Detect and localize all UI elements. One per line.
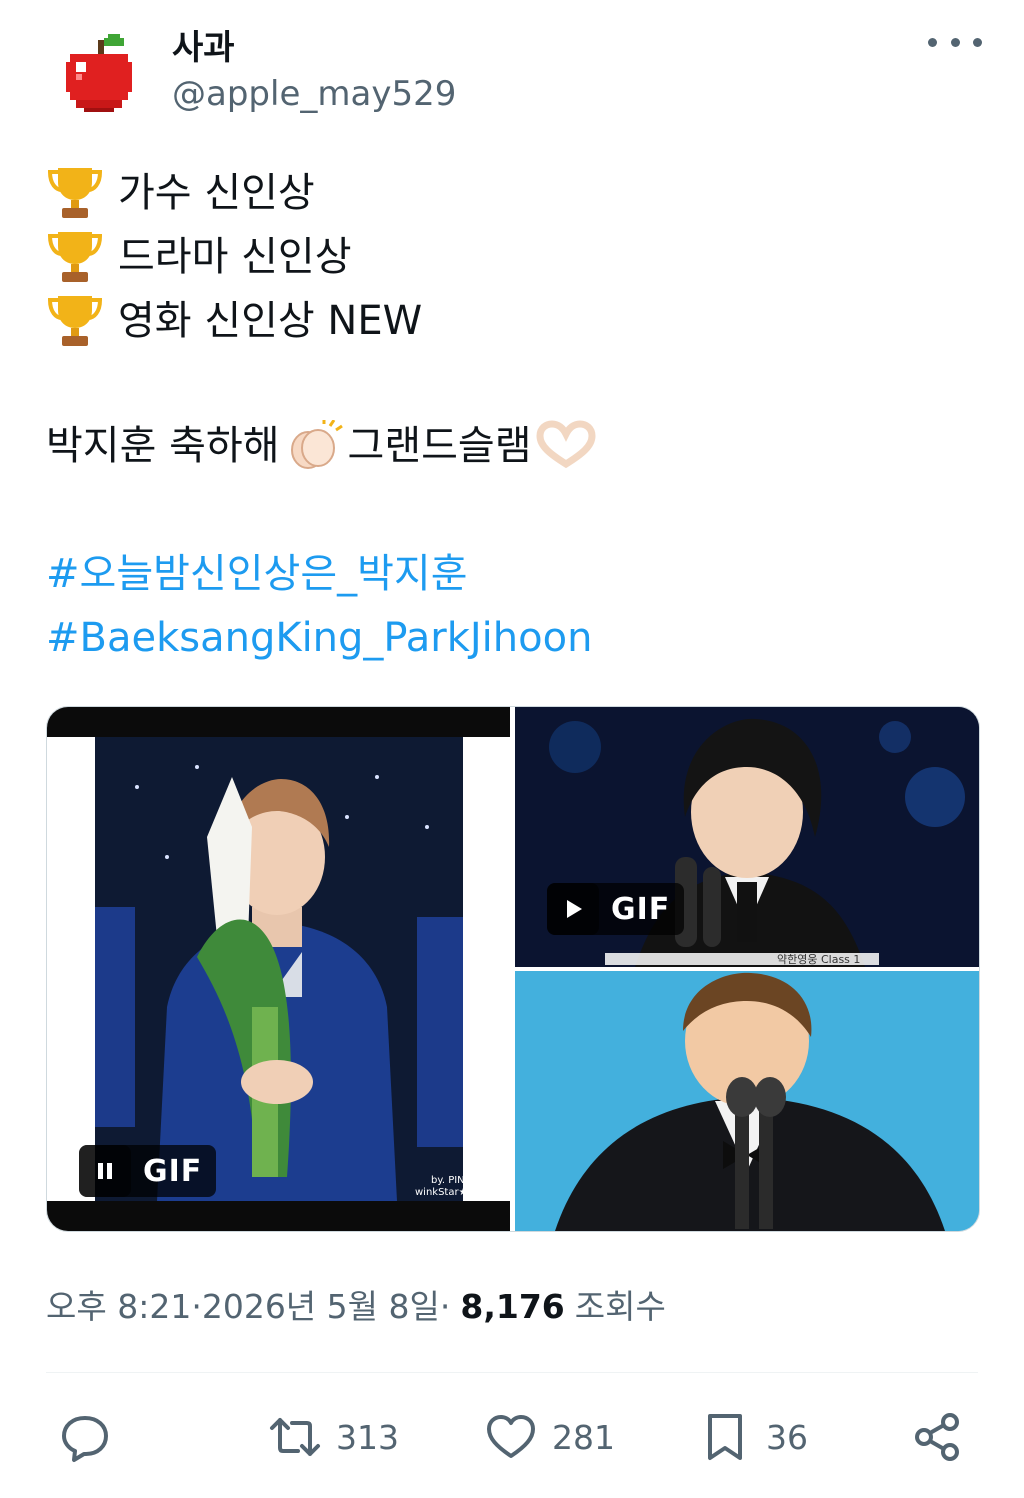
gif-badge: GIF <box>611 891 671 927</box>
gif-control[interactable]: GIF <box>547 883 685 935</box>
views-count[interactable]: 8,176 <box>460 1287 564 1326</box>
clapping-hands-icon <box>290 420 343 469</box>
meta-separator: · <box>439 1287 451 1326</box>
caption-text: 약한영웅 Class 1 <box>777 952 860 966</box>
watermark-text: winkStar★ <box>415 1187 468 1198</box>
award-line: 가수 신인상 <box>46 164 315 222</box>
heart-hands-icon <box>536 420 596 469</box>
pause-icon[interactable] <box>79 1145 131 1197</box>
congrats-text: 박지훈 축하해 <box>46 423 280 469</box>
tweet-metadata: 오후 8:21 · 2026년 5월 8일 · 8,176 조회수 <box>46 1280 666 1328</box>
trophy-icon <box>47 168 103 218</box>
media-gif-top-right[interactable]: 약한영웅 Class 1 GIF <box>515 707 979 967</box>
reply-icon <box>62 1416 108 1462</box>
congrats-line: 박지훈 축하해 그랜드슬램 <box>46 420 600 472</box>
gif-badge: GIF <box>143 1153 203 1189</box>
divider <box>46 1372 978 1373</box>
heart-icon <box>487 1415 535 1458</box>
hashtag-link[interactable]: #오늘밤신인상은_박지훈 <box>46 548 468 600</box>
tweet-time[interactable]: 오후 8:21 <box>46 1280 191 1328</box>
like-button[interactable]: 281 <box>484 1405 615 1469</box>
retweet-count: 313 <box>336 1417 399 1457</box>
bookmark-button[interactable]: 36 <box>698 1405 808 1469</box>
user-handle[interactable]: @apple_may529 <box>172 74 456 114</box>
media-image-bottom-right[interactable] <box>515 971 979 1231</box>
share-icon <box>915 1413 959 1461</box>
watermark-text: by. PINK TAPE <box>431 1175 499 1186</box>
share-button[interactable] <box>910 1405 964 1469</box>
like-count: 281 <box>552 1417 615 1457</box>
reply-button[interactable] <box>58 1405 112 1469</box>
gif-control[interactable]: GIF <box>79 1145 217 1197</box>
award-text: 영화 신인상 NEW <box>118 298 423 344</box>
tweet-date[interactable]: 2026년 5월 8일 <box>202 1280 440 1328</box>
views-label: 조회수 <box>574 1287 666 1326</box>
trophy-icon <box>47 296 103 346</box>
bookmark-icon <box>708 1414 742 1460</box>
award-text: 가수 신인상 <box>118 170 315 216</box>
trophy-icon <box>47 232 103 282</box>
hashtag-link[interactable]: #BaeksangKing_ParkJihoon <box>46 612 592 664</box>
more-options-icon[interactable] <box>928 22 982 62</box>
retweet-icon <box>270 1418 320 1456</box>
tile-divider <box>515 967 979 971</box>
award-line: 드라마 신인상 <box>46 228 352 286</box>
media-gif-left[interactable]: by. PINK TAPE winkStar★ GIF <box>47 707 510 1231</box>
congrats-text: 그랜드슬램 <box>347 423 532 469</box>
retweet-button[interactable]: 313 <box>268 1405 399 1469</box>
award-line: 영화 신인상 NEW <box>46 292 422 350</box>
award-text: 드라마 신인상 <box>118 234 352 280</box>
display-name[interactable]: 사과 <box>172 20 235 69</box>
red-apple-pixel-icon <box>66 34 132 112</box>
play-icon[interactable] <box>547 883 599 935</box>
meta-separator: · <box>191 1287 202 1326</box>
media-grid: by. PINK TAPE winkStar★ GIF 약한영웅 Class 1 <box>46 706 980 1232</box>
bookmark-count: 36 <box>766 1417 808 1457</box>
avatar[interactable] <box>46 22 150 126</box>
